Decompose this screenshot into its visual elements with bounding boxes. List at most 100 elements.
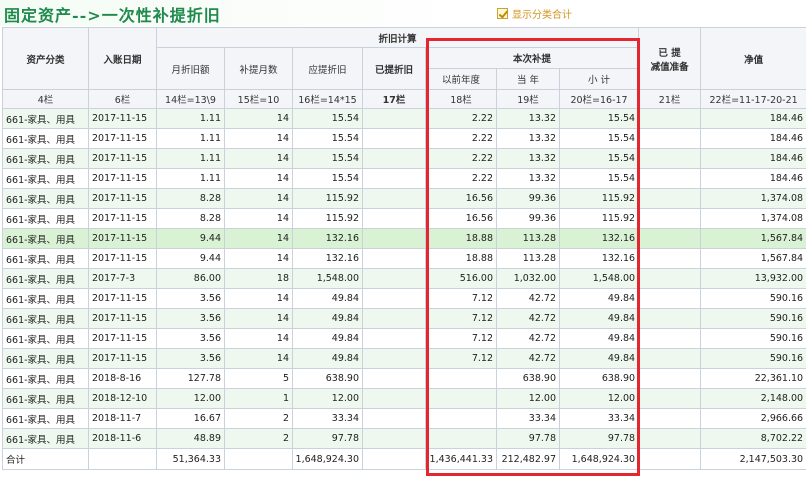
cell-prior-years[interactable]: 18.88	[425, 228, 497, 249]
header-category[interactable]: 资产分类	[2, 27, 89, 90]
cell-net-value[interactable]: 184.46	[700, 168, 806, 189]
table-row[interactable]: 661-家具、用具 2017-11-15 9.44 14 132.16 18.88 113.…	[2, 248, 806, 269]
cell-net-value[interactable]: 1,374.08	[700, 188, 806, 209]
cell-months[interactable]: 14	[224, 108, 293, 129]
cell-net-value[interactable]: 184.46	[700, 128, 806, 149]
cell-monthly-depreciation[interactable]: 1.11	[156, 168, 225, 189]
cell-due-depreciation[interactable]: 638.90	[292, 368, 363, 389]
table-row[interactable]: 661-家具、用具 2017-11-15 1.11 14 15.54 2.22 13.32 1…	[2, 128, 806, 149]
cell-months[interactable]: 2	[224, 408, 293, 429]
cell-impairment[interactable]	[638, 328, 702, 349]
cell-impairment[interactable]	[638, 288, 702, 309]
cell-category[interactable]: 661-家具、用具	[2, 148, 89, 169]
cell-subtotal[interactable]: 49.84	[558, 328, 640, 349]
cell-prior-years[interactable]	[425, 368, 497, 389]
cell-category[interactable]: 661-家具、用具	[2, 348, 89, 369]
cell-monthly-depreciation[interactable]: 9.44	[156, 228, 225, 249]
cell-this-year[interactable]: 638.90	[496, 368, 560, 389]
cell-entry-date[interactable]: 2018-11-7	[88, 408, 157, 429]
cell-net-value[interactable]: 1,374.08	[700, 208, 806, 229]
cell-this-year[interactable]: 42.72	[496, 328, 560, 349]
cell-category[interactable]: 661-家具、用具	[2, 248, 89, 269]
cell-category[interactable]: 661-家具、用具	[2, 288, 89, 309]
cell-accrued-depreciation[interactable]	[362, 408, 426, 429]
cell-months[interactable]: 14	[224, 168, 293, 189]
cell-accrued-depreciation[interactable]	[362, 128, 426, 149]
cell-monthly-depreciation[interactable]: 48.89	[156, 428, 225, 449]
cell-monthly-depreciation[interactable]: 3.56	[156, 308, 225, 329]
cell-prior-years[interactable]: 18.88	[425, 248, 497, 269]
cell-subtotal[interactable]: 1,548.00	[558, 268, 640, 289]
cell-prior-years[interactable]: 7.12	[425, 288, 497, 309]
cell-this-year[interactable]: 42.72	[496, 288, 560, 309]
cell-entry-date[interactable]: 2017-11-15	[88, 308, 157, 329]
cell-prior-years[interactable]: 2.22	[425, 128, 497, 149]
table-row[interactable]: 661-家具、用具 2018-12-10 12.00 1 12.00 12.00 12.00…	[2, 388, 806, 409]
cell-subtotal[interactable]: 132.16	[558, 248, 640, 269]
cell-impairment[interactable]	[638, 408, 702, 429]
cell-net-value[interactable]: 590.16	[700, 288, 806, 309]
cell-months[interactable]: 5	[224, 368, 293, 389]
cell-monthly-depreciation[interactable]: 3.56	[156, 348, 225, 369]
cell-subtotal[interactable]: 15.54	[558, 108, 640, 129]
header-months[interactable]: 补提月数	[224, 47, 293, 90]
cell-accrued-depreciation[interactable]	[362, 388, 426, 409]
cell-monthly-depreciation[interactable]: 86.00	[156, 268, 225, 289]
cell-due-depreciation[interactable]: 12.00	[292, 388, 363, 409]
cell-impairment[interactable]	[638, 368, 702, 389]
cell-this-year[interactable]: 113.28	[496, 228, 560, 249]
table-row[interactable]: 661-家具、用具 2017-11-15 1.11 14 15.54 2.22 13.32 1…	[2, 148, 806, 169]
cell-accrued-depreciation[interactable]	[362, 108, 426, 129]
cell-due-depreciation[interactable]: 15.54	[292, 108, 363, 129]
cell-this-year[interactable]: 13.32	[496, 108, 560, 129]
cell-entry-date[interactable]: 2017-11-15	[88, 208, 157, 229]
cell-monthly-depreciation[interactable]: 1.11	[156, 108, 225, 129]
cell-impairment[interactable]	[638, 248, 702, 269]
cell-subtotal[interactable]: 638.90	[558, 368, 640, 389]
cell-entry-date[interactable]: 2017-11-15	[88, 188, 157, 209]
summary-toggle[interactable]: 显示分类合计	[497, 6, 572, 21]
cell-this-year[interactable]: 13.32	[496, 148, 560, 169]
cell-due-depreciation[interactable]: 49.84	[292, 348, 363, 369]
cell-this-year[interactable]: 99.36	[496, 208, 560, 229]
cell-impairment[interactable]	[638, 308, 702, 329]
cell-entry-date[interactable]: 2017-11-15	[88, 248, 157, 269]
cell-accrued-depreciation[interactable]	[362, 308, 426, 329]
header-this-year[interactable]: 当 年	[496, 68, 560, 90]
table-row[interactable]: 661-家具、用具 2017-11-15 1.11 14 15.54 2.22 13.32 1…	[2, 168, 806, 189]
table-row[interactable]: 661-家具、用具 2017-11-15 8.28 14 115.92 16.56 99.3…	[2, 188, 806, 209]
cell-impairment[interactable]	[638, 208, 702, 229]
cell-due-depreciation[interactable]: 15.54	[292, 148, 363, 169]
cell-subtotal[interactable]: 12.00	[558, 388, 640, 409]
cell-accrued-depreciation[interactable]	[362, 208, 426, 229]
cell-net-value[interactable]: 590.16	[700, 328, 806, 349]
cell-prior-years[interactable]: 2.22	[425, 148, 497, 169]
cell-category[interactable]: 661-家具、用具	[2, 268, 89, 289]
cell-entry-date[interactable]: 2017-11-15	[88, 128, 157, 149]
table-row[interactable]: 661-家具、用具 2017-11-15 8.28 14 115.92 16.56 99.3…	[2, 208, 806, 229]
cell-category[interactable]: 661-家具、用具	[2, 168, 89, 189]
cell-this-year[interactable]: 1,032.00	[496, 268, 560, 289]
cell-impairment[interactable]	[638, 148, 702, 169]
cell-category[interactable]: 661-家具、用具	[2, 388, 89, 409]
cell-subtotal[interactable]: 49.84	[558, 348, 640, 369]
cell-subtotal[interactable]: 15.54	[558, 148, 640, 169]
table-row[interactable]: 661-家具、用具 2018-8-16 127.78 5 638.90 638.90 638…	[2, 368, 806, 389]
cell-due-depreciation[interactable]: 115.92	[292, 208, 363, 229]
cell-due-depreciation[interactable]: 33.34	[292, 408, 363, 429]
cell-net-value[interactable]: 184.46	[700, 148, 806, 169]
cell-months[interactable]: 14	[224, 328, 293, 349]
cell-category[interactable]: 661-家具、用具	[2, 428, 89, 449]
cell-prior-years[interactable]: 2.22	[425, 168, 497, 189]
cell-monthly-depreciation[interactable]: 3.56	[156, 328, 225, 349]
cell-entry-date[interactable]: 2017-11-15	[88, 148, 157, 169]
table-row[interactable]: 661-家具、用具 2017-7-3 86.00 18 1,548.00 516.00 1,…	[2, 268, 806, 289]
cell-category[interactable]: 661-家具、用具	[2, 188, 89, 209]
cell-net-value[interactable]: 22,361.10	[700, 368, 806, 389]
cell-due-depreciation[interactable]: 49.84	[292, 308, 363, 329]
cell-entry-date[interactable]: 2017-7-3	[88, 268, 157, 289]
cell-prior-years[interactable]: 516.00	[425, 268, 497, 289]
table-row[interactable]: 661-家具、用具 2017-11-15 3.56 14 49.84 7.12 42.72 4…	[2, 288, 806, 309]
header-entry-date[interactable]: 入账日期	[88, 27, 157, 90]
header-monthly-depreciation[interactable]: 月折旧额	[156, 47, 225, 90]
